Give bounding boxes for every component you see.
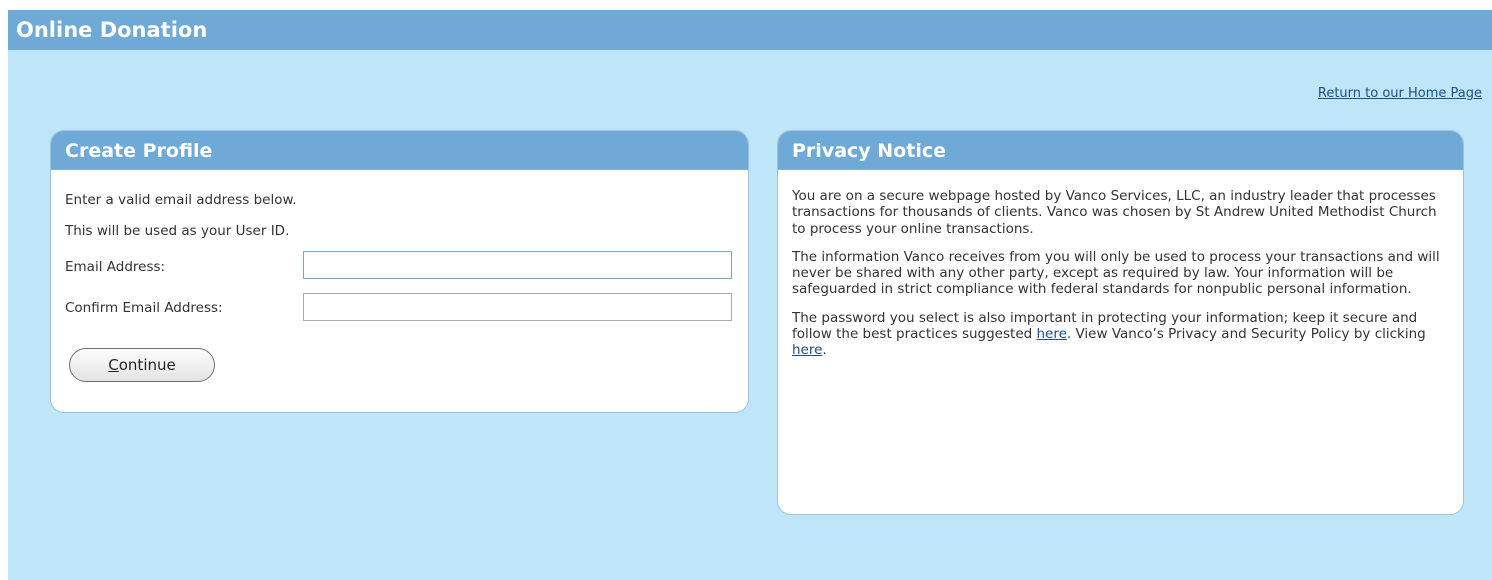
privacy-paragraph-3: The password you select is also importan…: [792, 310, 1452, 359]
email-label: Email Address:: [65, 259, 166, 275]
privacy-notice-panel: Privacy Notice You are on a secure webpa…: [777, 130, 1464, 515]
privacy-notice-body: You are on a secure webpage hosted by Va…: [792, 188, 1452, 371]
continue-access-key: C: [108, 356, 119, 374]
privacy-policy-link[interactable]: here: [792, 342, 822, 358]
email-field[interactable]: [303, 251, 732, 279]
continue-button[interactable]: Continue: [69, 348, 215, 382]
privacy-notice-title: Privacy Notice: [792, 140, 946, 162]
privacy-paragraph-2: The information Vanco receives from you …: [792, 248, 1440, 298]
return-home-link[interactable]: Return to our Home Page: [1318, 86, 1482, 101]
instruction-line-2: This will be used as your User ID.: [65, 223, 290, 239]
best-practices-link[interactable]: here: [1036, 326, 1066, 342]
confirm-email-field[interactable]: [303, 293, 732, 321]
privacy-paragraph-1: You are on a secure webpage hosted by Va…: [792, 188, 1437, 237]
privacy-p3-text-2: . View Vanco’s Privacy and Security Poli…: [1066, 326, 1426, 343]
header-bar: Online Donation: [8, 10, 1492, 50]
page-title: Online Donation: [16, 18, 208, 42]
privacy-p3-text-3: .: [822, 342, 827, 359]
create-profile-title: Create Profile: [65, 140, 213, 162]
create-profile-panel: Create Profile Enter a valid email addre…: [50, 130, 749, 413]
confirm-email-label: Confirm Email Address:: [65, 300, 223, 316]
privacy-notice-header: Privacy Notice: [778, 131, 1463, 170]
instruction-line-1: Enter a valid email address below.: [65, 192, 297, 208]
create-profile-header: Create Profile: [51, 131, 748, 170]
page: Online Donation Return to our Home Page …: [8, 10, 1492, 580]
continue-label: ontinue: [118, 356, 176, 374]
